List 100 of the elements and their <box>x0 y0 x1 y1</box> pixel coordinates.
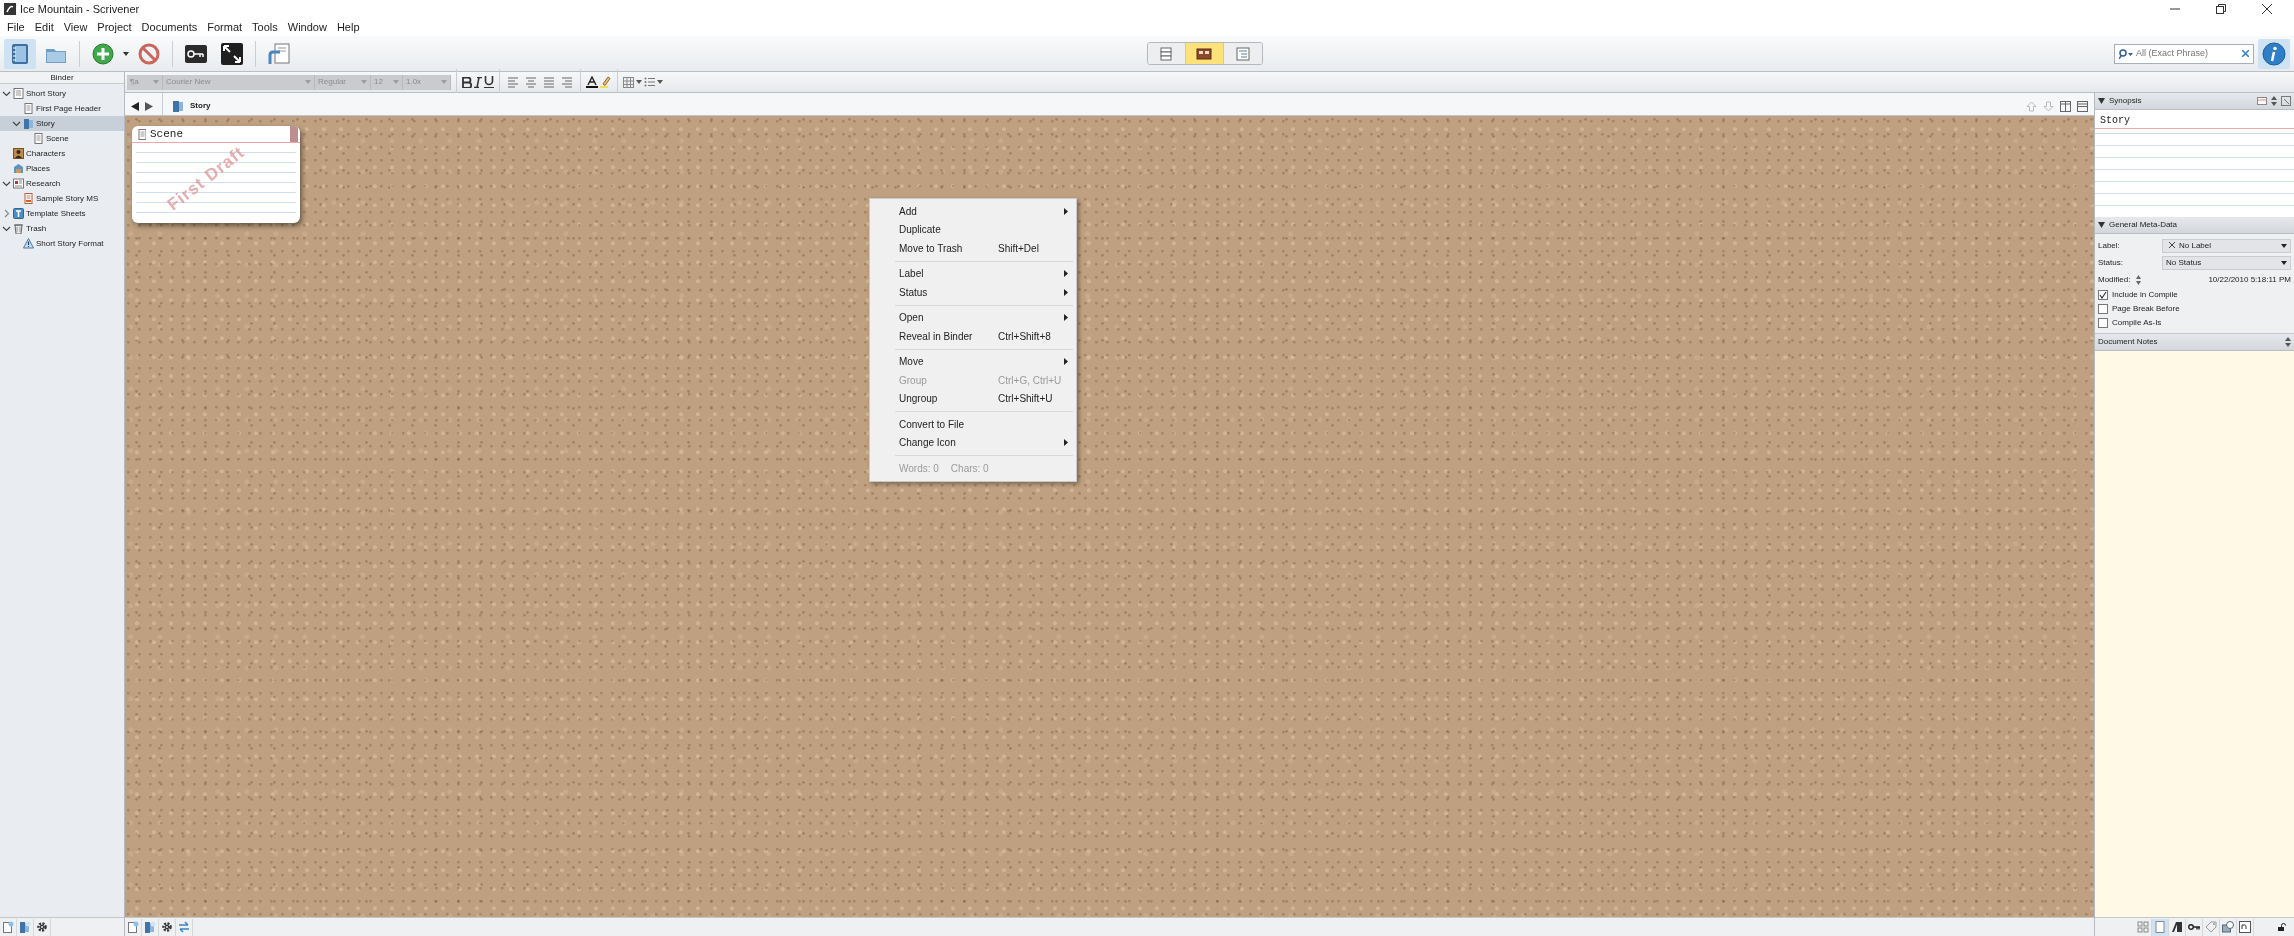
menu-item[interactable]: Documents <box>136 18 203 36</box>
checkbox[interactable] <box>2098 318 2108 328</box>
menu-item[interactable]: Tools <box>247 18 283 36</box>
document-icon <box>137 128 146 140</box>
bold-icon[interactable] <box>462 76 472 88</box>
date-stepper-icon[interactable] <box>2136 274 2142 285</box>
clear-icon[interactable] <box>2242 50 2249 57</box>
status-dropdown[interactable]: No Status <box>2162 255 2291 270</box>
menu-item[interactable]: Convert to File <box>870 415 1076 434</box>
italic-icon[interactable] <box>474 76 482 88</box>
binder-item[interactable]: Sample Story MS <box>0 191 124 206</box>
corkboard-view-button[interactable] <box>1185 43 1224 64</box>
binder-item[interactable]: Short Story <box>0 86 124 101</box>
caret-icon[interactable] <box>636 80 642 84</box>
expand-icon[interactable] <box>2281 96 2291 106</box>
new-document-icon[interactable] <box>127 921 139 933</box>
swap-arrows-icon[interactable] <box>178 921 190 933</box>
text-color-icon[interactable] <box>586 76 598 88</box>
field-caption: Status: <box>2098 256 2124 269</box>
cross-icon <box>2169 242 2175 249</box>
menu-item[interactable]: Project <box>92 18 137 36</box>
list-icon[interactable] <box>644 77 655 87</box>
menu-item[interactable]: File <box>2 18 30 36</box>
highlighter-icon[interactable] <box>600 76 612 88</box>
caret-icon[interactable] <box>2281 260 2287 265</box>
checkbox[interactable] <box>2098 290 2108 300</box>
binder-item[interactable]: Story <box>0 116 124 131</box>
chevron-right-icon[interactable] <box>2 209 11 218</box>
folder-icon <box>172 99 184 113</box>
image-toggle-icon[interactable] <box>2257 97 2267 105</box>
menu-item[interactable]: Label <box>870 264 1076 283</box>
binder-item[interactable]: Scene <box>0 131 124 146</box>
menu-item[interactable]: Move to Trash Shift+Del <box>870 239 1076 258</box>
collapse-triangle-icon[interactable] <box>2098 222 2105 228</box>
close-icon[interactable] <box>2262 4 2272 14</box>
settings-icon[interactable] <box>161 921 173 933</box>
key-icon[interactable] <box>2188 921 2200 933</box>
menu-item[interactable]: Duplicate <box>870 220 1076 239</box>
menu-item[interactable]: Edit <box>29 18 59 36</box>
house-icon <box>13 163 24 174</box>
split-horizontal-icon[interactable] <box>2077 100 2088 112</box>
lock-icon[interactable] <box>2278 923 2286 931</box>
binder-item[interactable]: Short Story Format <box>0 236 124 251</box>
split-vertical-icon[interactable] <box>2060 100 2071 112</box>
menu-item[interactable]: Window <box>282 18 332 36</box>
binder-header: Binder <box>0 72 124 84</box>
new-document-icon[interactable] <box>2 921 14 933</box>
stepper-icon[interactable] <box>2285 337 2291 347</box>
app-logo-icon <box>4 3 16 15</box>
menu-item[interactable]: Change Icon <box>870 433 1076 452</box>
menu-item[interactable]: View <box>58 18 93 36</box>
field-caption: Modified: <box>2098 273 2131 286</box>
new-folder-icon[interactable] <box>144 921 156 933</box>
document-icon <box>13 88 24 99</box>
chevron-down-icon[interactable] <box>2 89 11 98</box>
caret-icon[interactable] <box>123 51 129 56</box>
caret-icon[interactable] <box>657 80 663 84</box>
menu-item[interactable]: Open <box>870 308 1076 327</box>
notes-icon[interactable] <box>2154 921 2166 933</box>
search-icon[interactable] <box>2119 48 2133 59</box>
back-icon[interactable] <box>131 101 139 111</box>
menu-item[interactable]: Help <box>331 18 365 36</box>
binder-item[interactable]: Places <box>0 161 124 176</box>
caret-icon[interactable] <box>2281 243 2287 248</box>
chevron-down-icon[interactable] <box>12 119 21 128</box>
chevron-down-icon[interactable] <box>2 179 11 188</box>
stacked-pages-icon[interactable] <box>1158 46 1174 61</box>
underline-icon[interactable] <box>484 76 494 88</box>
checkmark-icon <box>2099 291 2107 299</box>
menu-item[interactable]: Status <box>870 283 1076 302</box>
binder-item[interactable]: Trash <box>0 221 124 236</box>
menu-item[interactable]: Move <box>870 352 1076 371</box>
chevron-down-icon[interactable] <box>2 224 11 233</box>
stepper-icon[interactable] <box>2271 96 2277 106</box>
scrivenings-view-button[interactable] <box>1147 43 1186 64</box>
table-icon[interactable] <box>623 76 634 88</box>
menu-item[interactable]: Format <box>202 18 248 36</box>
page-icon <box>13 178 24 189</box>
collapse-triangle-icon[interactable] <box>2098 98 2105 104</box>
settings-icon[interactable] <box>36 921 48 933</box>
new-folder-icon[interactable] <box>19 921 31 933</box>
menu-item[interactable]: Add <box>870 202 1076 221</box>
menu-item[interactable]: Ungroup Ctrl+Shift+U <box>870 389 1076 408</box>
books-icon[interactable] <box>2171 921 2183 933</box>
forward-icon[interactable] <box>145 101 153 111</box>
search-field[interactable]: All (Exact Phrase) <box>2136 46 2239 61</box>
binder-item[interactable]: Characters <box>0 146 124 161</box>
menu-item[interactable]: Reveal in Binder Ctrl+Shift+8 <box>870 327 1076 346</box>
snapshot-icon[interactable] <box>2222 921 2234 933</box>
binder-item[interactable]: Template Sheets <box>0 206 124 221</box>
binder-item[interactable]: First Page Header <box>0 101 124 116</box>
restore-icon[interactable] <box>2216 4 2226 14</box>
portrait-icon <box>13 148 24 159</box>
binder-item[interactable]: Research <box>0 176 124 191</box>
checkbox[interactable] <box>2098 304 2108 314</box>
footnote-icon[interactable] <box>2239 921 2251 933</box>
shortcut-text: Ctrl+G, Ctrl+U <box>998 373 1063 388</box>
search-box[interactable]: All (Exact Phrase) <box>2114 43 2254 64</box>
label-dropdown[interactable]: No Label <box>2162 238 2291 253</box>
corkboard-icon[interactable] <box>1196 46 1212 61</box>
